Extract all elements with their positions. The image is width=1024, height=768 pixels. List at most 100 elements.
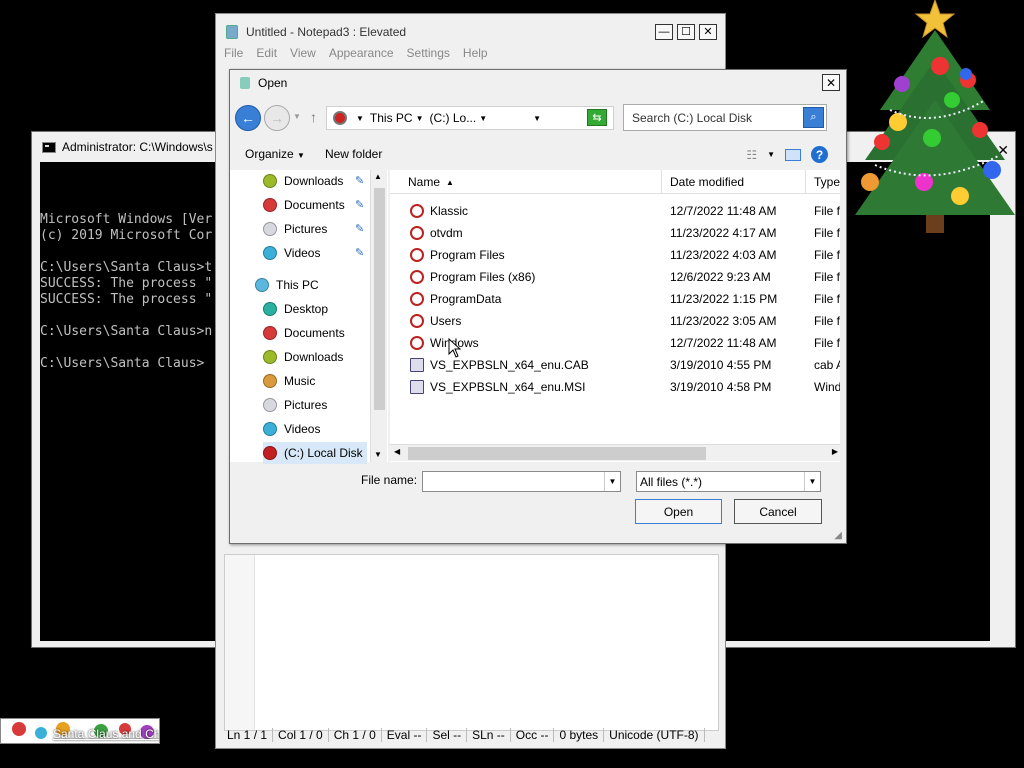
minimize-button[interactable]: — bbox=[655, 24, 673, 40]
scroll-up-icon[interactable]: ▲ bbox=[374, 172, 382, 181]
cancel-button[interactable]: Cancel bbox=[734, 499, 822, 524]
chevron-down-icon[interactable]: ▼ bbox=[416, 114, 424, 123]
nav-downloads[interactable]: Downloads bbox=[263, 346, 343, 368]
menu-file[interactable]: File bbox=[224, 46, 243, 60]
file-type-value: All files (*.*) bbox=[640, 474, 703, 489]
nav-quick-pictures[interactable]: Pictures bbox=[263, 218, 327, 240]
status-line: Ln 1 / 1 bbox=[222, 728, 274, 742]
resize-grip-icon[interactable]: ◢ bbox=[834, 530, 842, 541]
nav-desktop[interactable]: Desktop bbox=[263, 298, 328, 320]
dialog-titlebar[interactable]: Open bbox=[230, 70, 846, 96]
downloads-icon bbox=[263, 350, 277, 364]
downloads-icon bbox=[263, 174, 277, 188]
nav-quick-downloads[interactable]: Downloads bbox=[263, 170, 343, 192]
chevron-down-icon[interactable]: ▼ bbox=[479, 114, 487, 123]
column-date-label: Date modified bbox=[670, 175, 745, 189]
nav-music[interactable]: Music bbox=[263, 370, 315, 392]
scrollbar-thumb[interactable] bbox=[408, 447, 706, 460]
folder-icon bbox=[410, 248, 424, 262]
address-segment-this-pc[interactable]: This PC bbox=[370, 111, 413, 125]
pin-icon: ✎ bbox=[355, 247, 365, 259]
scroll-right-icon[interactable]: ▶ bbox=[832, 447, 838, 456]
recent-locations-chevron-icon[interactable]: ▼ bbox=[293, 112, 301, 121]
drive-icon bbox=[333, 111, 347, 125]
file-type-select[interactable]: All files (*.*) ▼ bbox=[636, 471, 821, 492]
file-row[interactable]: otvdm 11/23/2022 4:17 AM File fo bbox=[390, 222, 840, 244]
nav-pictures[interactable]: Pictures bbox=[263, 394, 327, 416]
nav-label: Music bbox=[284, 374, 316, 388]
dialog-close-button[interactable]: ✕ bbox=[822, 74, 840, 91]
scroll-down-icon[interactable]: ▼ bbox=[374, 450, 382, 459]
preview-pane-icon[interactable] bbox=[785, 148, 801, 161]
file-row[interactable]: ProgramData 11/23/2022 1:15 PM File fo bbox=[390, 288, 840, 310]
file-row[interactable]: Program Files 11/23/2022 4:03 AM File fo bbox=[390, 244, 840, 266]
nav-this-pc[interactable]: This PC bbox=[255, 274, 319, 296]
nav-label: Videos bbox=[284, 246, 321, 260]
nav-videos[interactable]: Videos bbox=[263, 418, 320, 440]
file-list-hscrollbar[interactable]: ◀ ▶ bbox=[390, 444, 840, 461]
chevron-down-icon[interactable]: ▼ bbox=[604, 472, 620, 491]
status-encoding[interactable]: Unicode (UTF-8) bbox=[604, 728, 705, 742]
file-name: VS_EXPBSLN_x64_enu.MSI bbox=[430, 380, 586, 394]
organize-button[interactable]: Organize ▼ bbox=[245, 147, 305, 161]
forward-button[interactable]: → bbox=[264, 105, 290, 131]
file-name-input[interactable]: ▼ bbox=[422, 471, 621, 492]
file-row[interactable]: Program Files (x86) 12/6/2022 9:23 AM File… bbox=[390, 266, 840, 288]
file-name: Klassic bbox=[430, 204, 469, 218]
taskbar-button[interactable]: Santa Claus and Ch bbox=[0, 718, 160, 744]
documents-icon bbox=[263, 326, 277, 340]
nav-quick-documents[interactable]: Documents bbox=[263, 194, 345, 216]
file-row[interactable]: VS_EXPBSLN_x64_enu.MSI 3/19/2010 4:58 PM W… bbox=[390, 376, 840, 398]
address-dropdown-icon[interactable]: ▼ bbox=[533, 114, 541, 123]
editor-area[interactable] bbox=[224, 554, 719, 731]
column-type-label: Type bbox=[814, 175, 840, 189]
open-button[interactable]: Open bbox=[635, 499, 722, 524]
address-bar[interactable]: ▼ This PC ▼ (C:) Lo... ▼ ▼ bbox=[326, 106, 614, 130]
back-button[interactable]: ← bbox=[235, 105, 261, 131]
chevron-down-icon[interactable]: ▼ bbox=[767, 150, 775, 159]
folder-icon bbox=[410, 292, 424, 306]
menu-appearance[interactable]: Appearance bbox=[329, 46, 394, 60]
sort-ascending-icon: ▲ bbox=[446, 177, 454, 187]
file-list[interactable]: Name ▲ Date modified Type Klassic 12/7/20… bbox=[390, 170, 840, 462]
menu-settings[interactable]: Settings bbox=[407, 46, 450, 60]
up-arrow-icon[interactable]: ↑ bbox=[310, 109, 317, 125]
chevron-down-icon[interactable]: ▼ bbox=[356, 114, 364, 123]
status-sln: SLn -- bbox=[467, 728, 511, 742]
column-name[interactable]: Name ▲ bbox=[390, 170, 662, 194]
search-icon[interactable]: ⌕ bbox=[803, 107, 824, 128]
scrollbar-thumb[interactable] bbox=[374, 188, 385, 410]
notepad-icon bbox=[226, 25, 238, 39]
file-date: 11/23/2022 4:03 AM bbox=[670, 248, 777, 262]
close-button[interactable]: ✕ bbox=[699, 24, 717, 40]
column-type[interactable]: Type bbox=[806, 170, 840, 194]
open-dialog[interactable]: Open ✕ ← → ▼ ↑ ▼ This PC ▼ (C:) Lo... ▼ … bbox=[229, 69, 847, 544]
view-list-icon[interactable]: ☷ bbox=[746, 148, 757, 162]
menu-view[interactable]: View bbox=[290, 46, 316, 60]
address-segment-drive[interactable]: (C:) Lo... bbox=[430, 111, 477, 125]
search-input[interactable]: Search (C:) Local Disk ⌕ bbox=[623, 104, 827, 131]
new-folder-button[interactable]: New folder bbox=[325, 147, 382, 161]
nav-documents[interactable]: Documents bbox=[263, 322, 345, 344]
refresh-button[interactable]: ⇆ bbox=[587, 109, 607, 126]
nav-scrollbar[interactable]: ▲ ▼ bbox=[370, 170, 387, 462]
nav-quick-videos[interactable]: Videos bbox=[263, 242, 320, 264]
file-row[interactable]: Klassic 12/7/2022 11:48 AM File fo bbox=[390, 200, 840, 222]
chevron-down-icon[interactable]: ▼ bbox=[804, 472, 820, 491]
file-type: File fo bbox=[814, 314, 840, 328]
navigation-pane[interactable]: Downloads ✎ Documents ✎ Pictures ✎ Video… bbox=[230, 170, 388, 464]
nav-label: Documents bbox=[284, 198, 345, 212]
maximize-button[interactable]: ☐ bbox=[677, 24, 695, 40]
scroll-left-icon[interactable]: ◀ bbox=[394, 447, 400, 456]
notepad-titlebar[interactable]: Untitled - Notepad3 : Elevated bbox=[216, 14, 725, 50]
menu-help[interactable]: Help bbox=[463, 46, 488, 60]
file-date: 11/23/2022 1:15 PM bbox=[670, 292, 778, 306]
nav-local-disk[interactable]: (C:) Local Disk bbox=[263, 442, 367, 464]
menu-edit[interactable]: Edit bbox=[256, 46, 277, 60]
file-row[interactable]: Users 11/23/2022 3:05 AM File fo bbox=[390, 310, 840, 332]
file-date: 12/7/2022 11:48 AM bbox=[670, 336, 777, 350]
column-date[interactable]: Date modified bbox=[662, 170, 806, 194]
console-icon bbox=[42, 141, 56, 153]
help-icon[interactable]: ? bbox=[811, 146, 828, 163]
status-occ: Occ -- bbox=[511, 728, 555, 742]
